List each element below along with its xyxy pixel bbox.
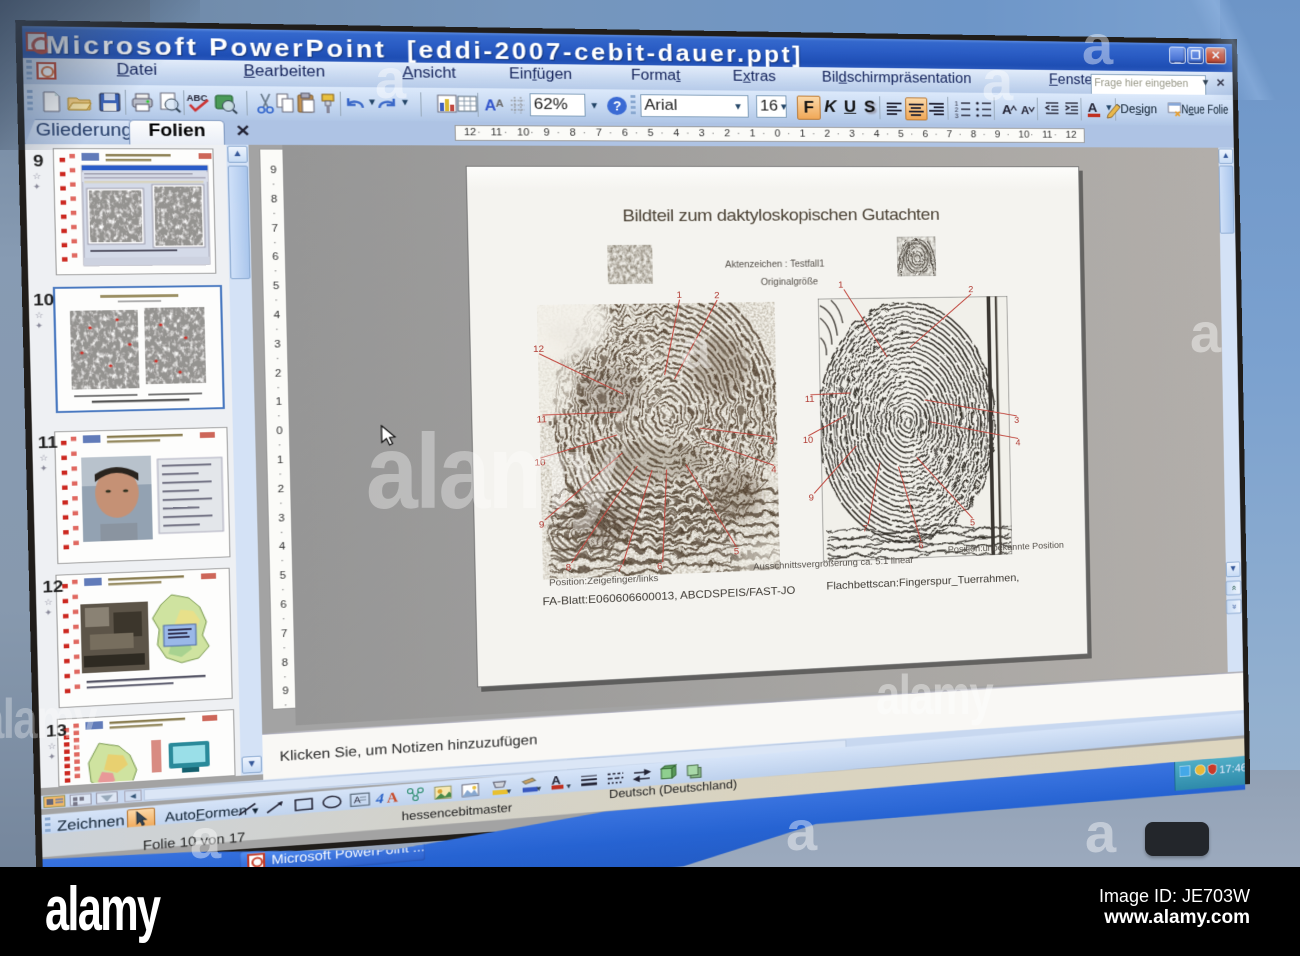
- svg-text:A: A: [354, 796, 361, 806]
- svg-text:8: 8: [566, 563, 572, 573]
- svg-text:7: 7: [617, 565, 623, 575]
- svg-text:3: 3: [955, 112, 959, 119]
- svg-text:11: 11: [805, 395, 815, 405]
- svg-text:2: 2: [714, 291, 720, 301]
- svg-text:3: 3: [1014, 416, 1019, 425]
- svg-text:1: 1: [838, 281, 844, 290]
- svg-text:A: A: [1088, 101, 1098, 115]
- svg-text:▾: ▾: [507, 786, 512, 796]
- svg-text:9: 9: [809, 494, 815, 504]
- svg-text:10: 10: [803, 436, 814, 446]
- svg-text:6: 6: [657, 562, 663, 572]
- svg-text:6: 6: [918, 542, 923, 551]
- svg-text:1: 1: [676, 291, 682, 301]
- svg-text:?: ?: [613, 100, 622, 114]
- svg-text:5: 5: [734, 547, 740, 557]
- svg-text:4: 4: [375, 791, 385, 807]
- svg-text:2: 2: [968, 285, 973, 294]
- svg-text:A: A: [387, 790, 399, 806]
- svg-text:4: 4: [771, 466, 777, 476]
- svg-text:▾: ▾: [566, 781, 571, 791]
- svg-text:▾: ▾: [537, 783, 542, 793]
- svg-text:3: 3: [769, 437, 775, 447]
- svg-text:5: 5: [970, 519, 975, 528]
- svg-text:12: 12: [533, 345, 544, 355]
- svg-text:4: 4: [1015, 439, 1020, 448]
- svg-text:A: A: [1021, 104, 1030, 117]
- svg-text:7: 7: [863, 524, 869, 533]
- svg-text:A: A: [495, 99, 503, 110]
